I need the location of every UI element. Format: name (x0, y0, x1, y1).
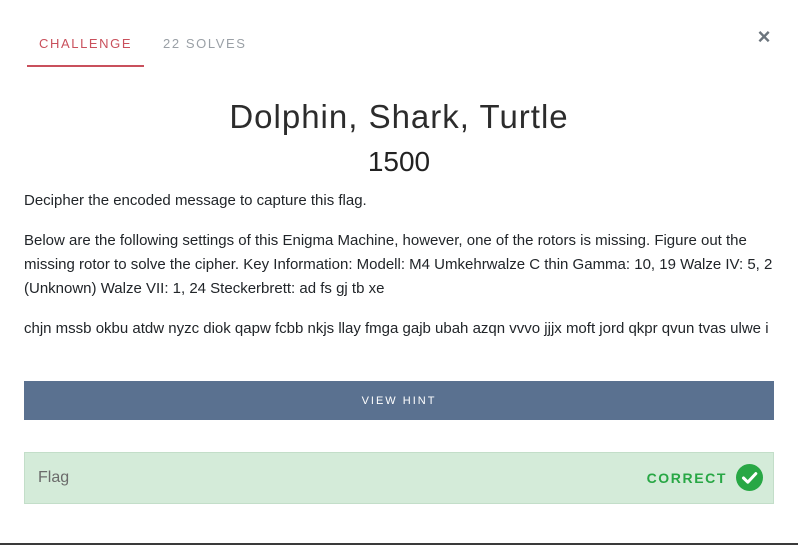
modal-tabs: CHALLENGE 22 SOLVES (27, 28, 259, 67)
tab-challenge[interactable]: CHALLENGE (27, 28, 144, 67)
challenge-ciphertext: chjn mssb okbu atdw nyzc diok qapw fcbb … (24, 320, 769, 337)
view-hint-button[interactable]: VIEW HINT (24, 381, 774, 420)
flag-field: CORRECT (24, 452, 774, 504)
challenge-modal: CHALLENGE 22 SOLVES × Dolphin, Shark, Tu… (0, 0, 798, 545)
challenge-value: 1500 (367, 146, 431, 177)
close-icon: × (757, 24, 771, 49)
correct-status: CORRECT (646, 470, 727, 486)
close-button[interactable]: × (754, 26, 774, 48)
tab-solves[interactable]: 22 SOLVES (151, 28, 259, 67)
challenge-description: Decipher the encoded message to capture … (24, 192, 367, 209)
flag-input[interactable] (25, 453, 625, 503)
check-circle-icon (736, 464, 763, 491)
challenge-settings: Below are the following settings of this… (24, 232, 773, 297)
challenge-title: Dolphin, Shark, Turtle (229, 98, 569, 135)
